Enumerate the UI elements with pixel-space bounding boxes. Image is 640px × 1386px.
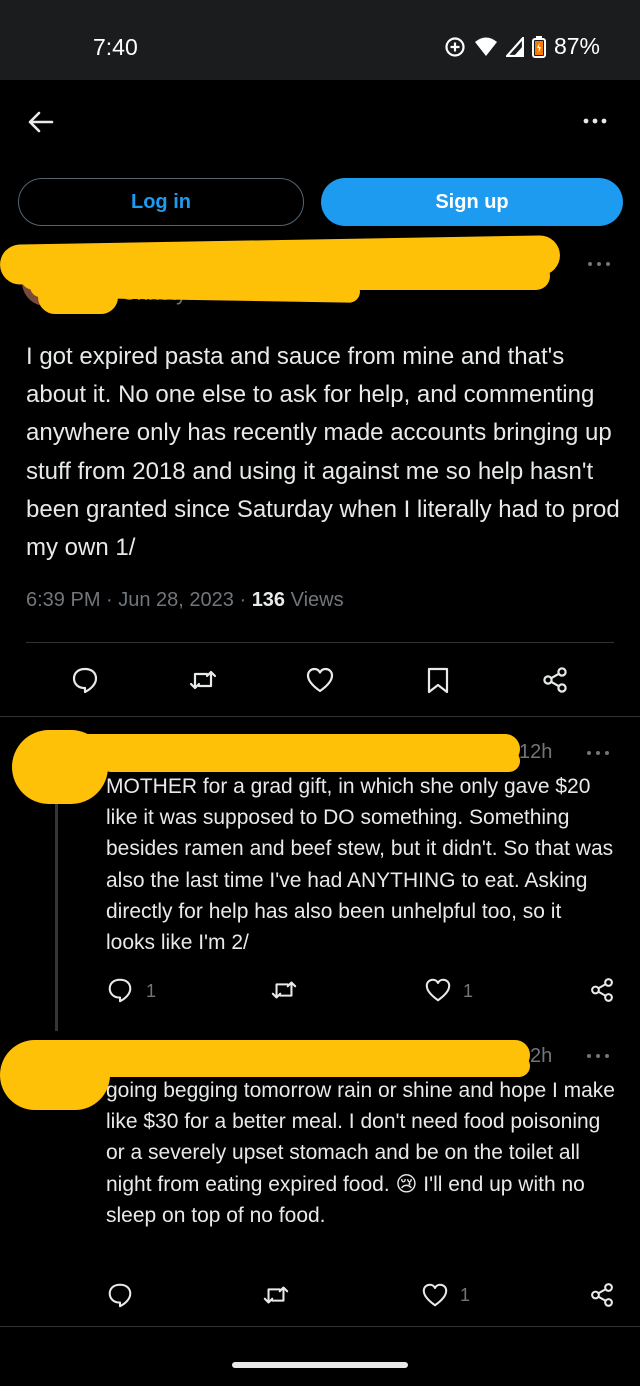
login-button[interactable]: Log in <box>18 178 304 226</box>
more-icon[interactable] <box>580 106 610 136</box>
divider <box>26 642 614 643</box>
reply-count: 1 <box>146 981 157 1001</box>
share-icon[interactable] <box>540 665 570 695</box>
reply-icon[interactable] <box>106 1281 134 1309</box>
like-count: 1 <box>463 981 474 1001</box>
reply-time: 12h <box>519 741 553 763</box>
more-icon[interactable] <box>583 740 613 766</box>
divider <box>0 1326 640 1327</box>
redaction-scribble <box>100 1055 530 1077</box>
signup-button[interactable]: Sign up <box>321 178 623 226</box>
main-tweet-text: I got expired pasta and sauce from mine … <box>26 343 620 562</box>
views-label: Views <box>285 589 344 611</box>
reply-time: 2h <box>530 1045 553 1067</box>
redaction-scribble <box>100 750 520 772</box>
top-navigation-bar <box>0 80 640 170</box>
retweet-icon[interactable] <box>262 1281 290 1309</box>
status-time: 7:40 <box>93 34 138 60</box>
home-indicator[interactable] <box>232 1362 408 1368</box>
tweet-timestamp: 6:39 PM · Jun 28, 2023 · <box>26 589 252 611</box>
reply-text: MOTHER for a grad gift, in which she onl… <box>106 775 614 955</box>
share-icon[interactable] <box>588 976 616 1004</box>
like-icon[interactable] <box>424 976 452 1004</box>
bookmark-icon[interactable] <box>423 665 453 695</box>
views-count: 136 <box>251 589 286 611</box>
status-icons: 87% <box>444 33 600 60</box>
retweet-icon[interactable] <box>188 665 218 695</box>
like-icon[interactable] <box>421 1281 449 1309</box>
share-icon[interactable] <box>588 1281 616 1309</box>
status-bar: 7:40 87% <box>0 0 640 80</box>
wifi-icon <box>474 37 497 56</box>
reply-text: going begging tomorrow rain or shine and… <box>106 1079 615 1227</box>
redaction-scribble <box>38 280 118 314</box>
more-icon[interactable] <box>584 251 614 277</box>
like-count: 1 <box>460 1285 471 1305</box>
retweet-icon[interactable] <box>270 976 298 1004</box>
reply-icon[interactable] <box>70 665 100 695</box>
data-saver-icon <box>445 36 465 57</box>
like-icon[interactable] <box>305 665 335 695</box>
battery-percent: 87% <box>553 33 600 59</box>
thread-connector <box>55 795 58 1031</box>
back-arrow-icon[interactable] <box>24 106 56 138</box>
reply-icon[interactable] <box>106 976 134 1004</box>
signal-icon <box>505 36 524 57</box>
divider <box>0 716 640 717</box>
tweet-meta: 6:39 PM · Jun 28, 2023 · 136 Views <box>26 589 344 612</box>
more-icon[interactable] <box>583 1043 613 1069</box>
battery-icon <box>531 35 546 58</box>
